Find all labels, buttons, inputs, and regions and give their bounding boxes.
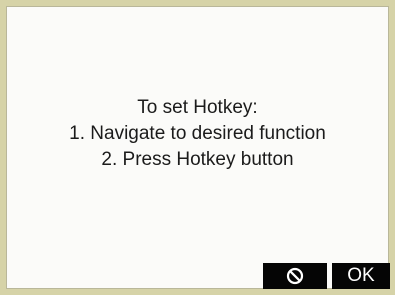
cancel-button[interactable] bbox=[263, 263, 327, 289]
ok-button[interactable]: OK bbox=[332, 263, 390, 289]
instruction-title: To set Hotkey: bbox=[137, 97, 258, 118]
device-bezel: To set Hotkey: 1. Navigate to desired fu… bbox=[0, 0, 395, 295]
instruction-step-2: 2. Press Hotkey button bbox=[101, 149, 294, 170]
display-screen: To set Hotkey: 1. Navigate to desired fu… bbox=[6, 6, 390, 290]
softkey-bar: OK bbox=[7, 263, 390, 290]
cancel-icon bbox=[286, 267, 304, 285]
instruction-step-1: 1. Navigate to desired function bbox=[69, 123, 326, 144]
hotkey-instructions: To set Hotkey: 1. Navigate to desired fu… bbox=[7, 95, 388, 173]
